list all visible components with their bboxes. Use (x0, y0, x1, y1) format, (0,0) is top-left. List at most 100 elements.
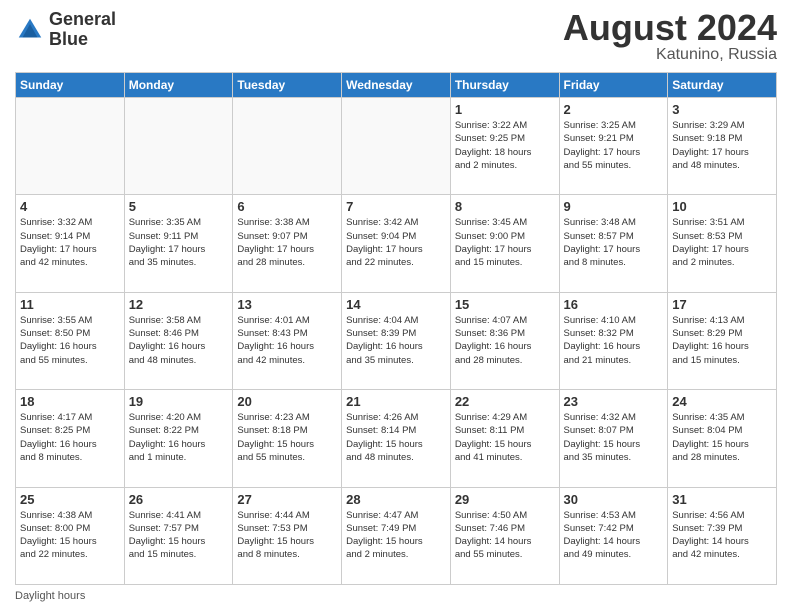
calendar-cell: 6 Sunrise: 3:38 AM Sunset: 9:07 PM Daylig… (233, 195, 342, 292)
day-number: 16 (564, 297, 664, 312)
calendar-cell: 30 Sunrise: 4:53 AM Sunset: 7:42 PM Dayli… (559, 487, 668, 584)
logo-line2: Blue (49, 30, 116, 50)
day-info: Sunrise: 4:04 AM Sunset: 8:39 PM Dayligh… (346, 314, 446, 367)
day-number: 29 (455, 492, 555, 507)
logo-line1: General (49, 10, 116, 30)
calendar-cell: 14 Sunrise: 4:04 AM Sunset: 8:39 PM Dayli… (342, 292, 451, 389)
day-number: 3 (672, 102, 772, 117)
week-row-2: 4 Sunrise: 3:32 AM Sunset: 9:14 PM Daylig… (16, 195, 777, 292)
week-row-1: 1 Sunrise: 3:22 AM Sunset: 9:25 PM Daylig… (16, 98, 777, 195)
day-info: Sunrise: 4:13 AM Sunset: 8:29 PM Dayligh… (672, 314, 772, 367)
day-number: 18 (20, 394, 120, 409)
calendar-cell: 20 Sunrise: 4:23 AM Sunset: 8:18 PM Dayli… (233, 390, 342, 487)
calendar-cell: 31Sunrise: 4:56 AM Sunset: 7:39 PM Dayli… (668, 487, 777, 584)
day-info: Sunrise: 3:35 AM Sunset: 9:11 PM Dayligh… (129, 216, 229, 269)
day-number: 10 (672, 199, 772, 214)
day-number: 5 (129, 199, 229, 214)
day-number: 8 (455, 199, 555, 214)
day-info: Sunrise: 3:58 AM Sunset: 8:46 PM Dayligh… (129, 314, 229, 367)
day-info: Sunrise: 4:41 AM Sunset: 7:57 PM Dayligh… (129, 509, 229, 562)
day-number: 6 (237, 199, 337, 214)
day-number: 22 (455, 394, 555, 409)
header-monday: Monday (124, 73, 233, 98)
logo-text: General Blue (49, 10, 116, 50)
day-info: Sunrise: 3:42 AM Sunset: 9:04 PM Dayligh… (346, 216, 446, 269)
day-info: Sunrise: 3:55 AM Sunset: 8:50 PM Dayligh… (20, 314, 120, 367)
day-number: 17 (672, 297, 772, 312)
calendar-cell: 18 Sunrise: 4:17 AM Sunset: 8:25 PM Dayli… (16, 390, 125, 487)
footer-note: Daylight hours (15, 590, 85, 602)
calendar-cell: 11 Sunrise: 3:55 AM Sunset: 8:50 PM Dayli… (16, 292, 125, 389)
day-info: Sunrise: 4:10 AM Sunset: 8:32 PM Dayligh… (564, 314, 664, 367)
day-number: 20 (237, 394, 337, 409)
title-block: August 2024 Katunino, Russia (563, 10, 777, 64)
calendar-cell (342, 98, 451, 195)
day-number: 21 (346, 394, 446, 409)
calendar-cell (16, 98, 125, 195)
header-saturday: Saturday (668, 73, 777, 98)
calendar-cell: 7 Sunrise: 3:42 AM Sunset: 9:04 PM Daylig… (342, 195, 451, 292)
day-info: Sunrise: 4:53 AM Sunset: 7:42 PM Dayligh… (564, 509, 664, 562)
day-info: Sunrise: 3:22 AM Sunset: 9:25 PM Dayligh… (455, 119, 555, 172)
day-number: 30 (564, 492, 664, 507)
day-number: 12 (129, 297, 229, 312)
day-number: 28 (346, 492, 446, 507)
day-number: 4 (20, 199, 120, 214)
calendar-cell: 9Sunrise: 3:48 AM Sunset: 8:57 PM Daylig… (559, 195, 668, 292)
day-number: 14 (346, 297, 446, 312)
day-info: Sunrise: 4:29 AM Sunset: 8:11 PM Dayligh… (455, 411, 555, 464)
day-number: 2 (564, 102, 664, 117)
day-number: 31 (672, 492, 772, 507)
calendar-cell: 15 Sunrise: 4:07 AM Sunset: 8:36 PM Dayli… (450, 292, 559, 389)
day-info: Sunrise: 4:38 AM Sunset: 8:00 PM Dayligh… (20, 509, 120, 562)
calendar-cell: 8Sunrise: 3:45 AM Sunset: 9:00 PM Daylig… (450, 195, 559, 292)
header-thursday: Thursday (450, 73, 559, 98)
calendar-cell: 21Sunrise: 4:26 AM Sunset: 8:14 PM Dayli… (342, 390, 451, 487)
day-info: Sunrise: 3:32 AM Sunset: 9:14 PM Dayligh… (20, 216, 120, 269)
calendar-cell: 23Sunrise: 4:32 AM Sunset: 8:07 PM Dayli… (559, 390, 668, 487)
day-number: 27 (237, 492, 337, 507)
calendar-cell: 1 Sunrise: 3:22 AM Sunset: 9:25 PM Daylig… (450, 98, 559, 195)
calendar-table: SundayMondayTuesdayWednesdayThursdayFrid… (15, 72, 777, 585)
day-info: Sunrise: 4:07 AM Sunset: 8:36 PM Dayligh… (455, 314, 555, 367)
calendar-cell: 17 Sunrise: 4:13 AM Sunset: 8:29 PM Dayli… (668, 292, 777, 389)
header: General Blue August 2024 Katunino, Russi… (15, 10, 777, 64)
header-friday: Friday (559, 73, 668, 98)
calendar-cell: 4 Sunrise: 3:32 AM Sunset: 9:14 PM Daylig… (16, 195, 125, 292)
week-row-3: 11 Sunrise: 3:55 AM Sunset: 8:50 PM Dayli… (16, 292, 777, 389)
day-number: 1 (455, 102, 555, 117)
week-row-5: 25 Sunrise: 4:38 AM Sunset: 8:00 PM Dayli… (16, 487, 777, 584)
calendar-cell (233, 98, 342, 195)
week-row-4: 18 Sunrise: 4:17 AM Sunset: 8:25 PM Dayli… (16, 390, 777, 487)
day-info: Sunrise: 4:44 AM Sunset: 7:53 PM Dayligh… (237, 509, 337, 562)
location: Katunino, Russia (563, 46, 777, 64)
day-info: Sunrise: 3:38 AM Sunset: 9:07 PM Dayligh… (237, 216, 337, 269)
calendar-cell: 2 Sunrise: 3:25 AM Sunset: 9:21 PM Daylig… (559, 98, 668, 195)
day-number: 7 (346, 199, 446, 214)
logo-icon (15, 15, 45, 45)
day-info: Sunrise: 4:01 AM Sunset: 8:43 PM Dayligh… (237, 314, 337, 367)
calendar-cell: 5 Sunrise: 3:35 AM Sunset: 9:11 PM Daylig… (124, 195, 233, 292)
footer: Daylight hours (15, 590, 777, 602)
logo: General Blue (15, 10, 116, 50)
day-info: Sunrise: 4:32 AM Sunset: 8:07 PM Dayligh… (564, 411, 664, 464)
calendar-cell: 27 Sunrise: 4:44 AM Sunset: 7:53 PM Dayli… (233, 487, 342, 584)
day-info: Sunrise: 3:51 AM Sunset: 8:53 PM Dayligh… (672, 216, 772, 269)
day-number: 26 (129, 492, 229, 507)
day-info: Sunrise: 4:35 AM Sunset: 8:04 PM Dayligh… (672, 411, 772, 464)
calendar-header-row: SundayMondayTuesdayWednesdayThursdayFrid… (16, 73, 777, 98)
day-number: 25 (20, 492, 120, 507)
day-number: 11 (20, 297, 120, 312)
day-number: 13 (237, 297, 337, 312)
day-info: Sunrise: 4:17 AM Sunset: 8:25 PM Dayligh… (20, 411, 120, 464)
month-title: August 2024 (563, 10, 777, 46)
day-number: 15 (455, 297, 555, 312)
header-sunday: Sunday (16, 73, 125, 98)
day-info: Sunrise: 4:50 AM Sunset: 7:46 PM Dayligh… (455, 509, 555, 562)
day-info: Sunrise: 3:25 AM Sunset: 9:21 PM Dayligh… (564, 119, 664, 172)
calendar-cell: 28Sunrise: 4:47 AM Sunset: 7:49 PM Dayli… (342, 487, 451, 584)
day-info: Sunrise: 4:23 AM Sunset: 8:18 PM Dayligh… (237, 411, 337, 464)
calendar-cell: 29 Sunrise: 4:50 AM Sunset: 7:46 PM Dayli… (450, 487, 559, 584)
calendar-cell: 13 Sunrise: 4:01 AM Sunset: 8:43 PM Dayli… (233, 292, 342, 389)
calendar-cell: 25 Sunrise: 4:38 AM Sunset: 8:00 PM Dayli… (16, 487, 125, 584)
